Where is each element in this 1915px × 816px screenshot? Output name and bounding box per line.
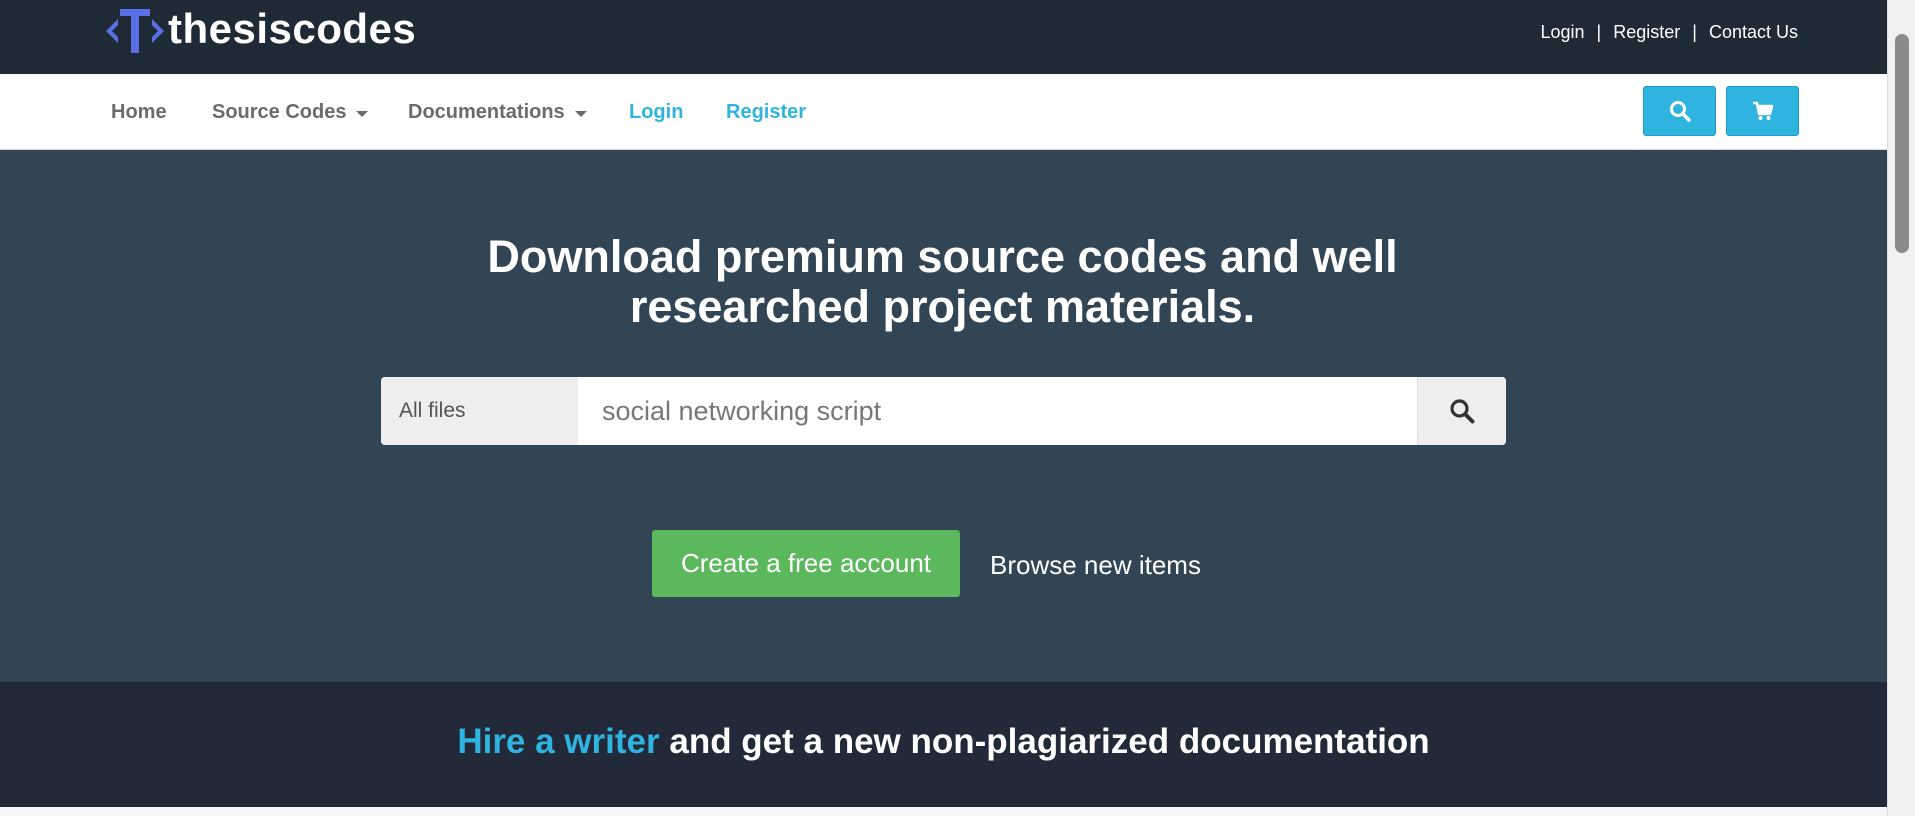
nav-cart-button[interactable] xyxy=(1726,86,1799,136)
logo-text: thesiscodes xyxy=(168,5,417,52)
separator: | xyxy=(1692,22,1697,42)
nav-source-codes-label: Source Codes xyxy=(212,101,347,123)
hire-writer-heading: Hire a writer and get a new non-plagiari… xyxy=(0,722,1887,762)
nav-login-label: Login xyxy=(629,101,684,123)
scrollbar-thumb[interactable] xyxy=(1895,34,1909,253)
nav-login[interactable]: Login xyxy=(629,101,683,124)
logo-icon xyxy=(106,9,164,53)
contact-us-link[interactable]: Contact Us xyxy=(1709,22,1798,43)
search-icon xyxy=(1450,399,1475,424)
separator: | xyxy=(1596,22,1602,42)
hero-section: Download premium source codes and well r… xyxy=(0,150,1887,682)
hero-title: Download premium source codes and well r… xyxy=(487,231,1398,332)
top-bar: thesiscodes Login | Register | Contact U… xyxy=(0,0,1887,74)
nav-home[interactable]: Home xyxy=(111,101,167,124)
nav-search-button[interactable] xyxy=(1643,86,1716,136)
top-links: Login | Register | Contact Us xyxy=(1541,22,1799,43)
hire-writer-rest: and get a new non-plagiarized documentat… xyxy=(659,722,1430,761)
cart-icon xyxy=(1752,101,1773,120)
search-category-label: All files xyxy=(399,399,466,422)
browse-new-items-link[interactable]: Browse new items xyxy=(990,550,1201,581)
search-category-select[interactable]: All files xyxy=(381,377,578,445)
main-navbar: Home Source Codes Documentations Login R… xyxy=(0,74,1887,150)
nav-register-label: Register xyxy=(726,101,807,123)
nav-source-codes[interactable]: Source Codes xyxy=(212,101,369,124)
nav-register[interactable]: Register xyxy=(726,101,806,124)
search-bar: All files xyxy=(381,377,1506,445)
site-logo[interactable]: thesiscodes xyxy=(104,5,417,56)
top-register-link[interactable]: Register xyxy=(1613,22,1680,43)
caret-down-icon xyxy=(574,110,587,117)
search-input[interactable] xyxy=(578,377,1417,445)
search-icon xyxy=(1669,101,1691,122)
create-account-button[interactable]: Create a free account xyxy=(652,530,960,597)
top-login-link[interactable]: Login xyxy=(1541,22,1585,43)
search-submit-button[interactable] xyxy=(1417,377,1506,445)
caret-down-icon xyxy=(356,110,369,117)
vertical-scrollbar[interactable] xyxy=(1887,0,1915,816)
nav-documentations-label: Documentations xyxy=(408,101,565,123)
nav-home-label: Home xyxy=(111,101,167,123)
nav-documentations[interactable]: Documentations xyxy=(408,101,587,124)
hire-writer-band: Hire a writer and get a new non-plagiari… xyxy=(0,682,1887,807)
hire-writer-link[interactable]: Hire a writer xyxy=(457,722,659,761)
